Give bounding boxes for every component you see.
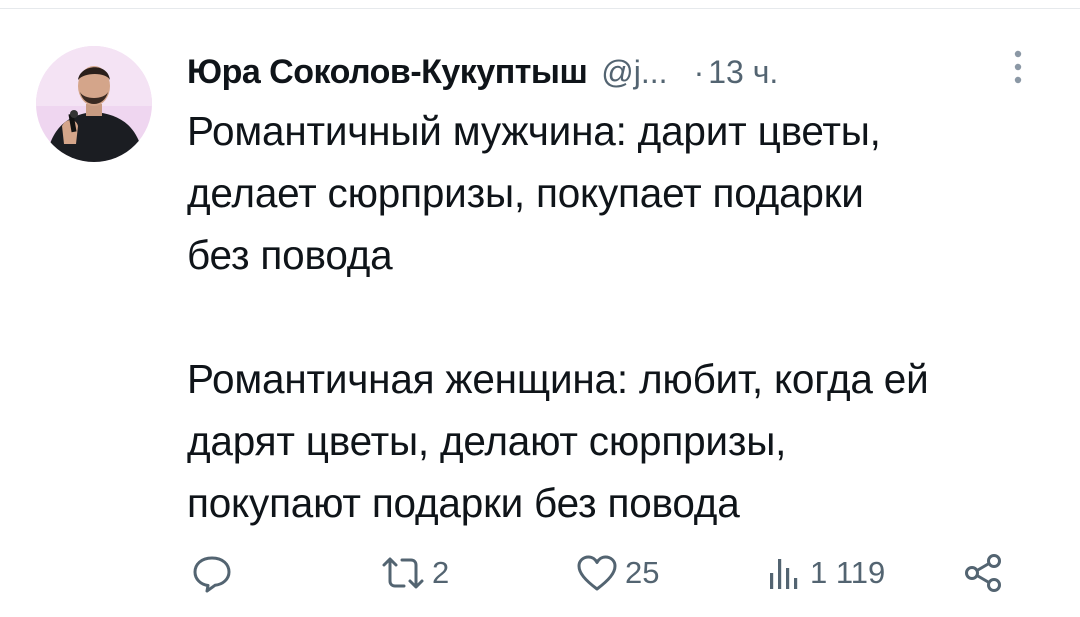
share-icon	[962, 551, 1006, 595]
retweet-count: 2	[432, 555, 450, 590]
views-button[interactable]: 1 119	[764, 545, 885, 601]
tweet-text-line: делает сюрпризы, покупает подарки	[187, 170, 864, 216]
action-bar: 2 25 1 119	[0, 545, 1080, 601]
like-count: 25	[625, 555, 660, 590]
like-button[interactable]: 25	[575, 545, 659, 601]
retweet-button[interactable]: 2	[380, 545, 449, 601]
paragraph-break	[187, 286, 1047, 348]
tweet-text-line: Романтичная женщина: любит, когда ей	[187, 356, 929, 402]
retweet-icon	[380, 551, 426, 595]
tweet-text-line: Романтичный мужчина: дарит цветы,	[187, 108, 881, 154]
header-separator: ·	[693, 53, 705, 90]
top-divider	[0, 8, 1080, 9]
tweet-header: Юра Соколов-Кукуптыш @j... · 13 ч.	[187, 44, 778, 100]
more-vertical-icon[interactable]	[1008, 46, 1028, 90]
tweet-text: Романтичный мужчина: дарит цветы, делает…	[187, 100, 1047, 534]
reply-icon	[190, 551, 234, 595]
tweet-text-line: покупают подарки без повода	[187, 480, 740, 526]
author-name[interactable]: Юра Соколов-Кукуптыш	[187, 53, 588, 92]
author-handle[interactable]: @j...	[601, 54, 667, 91]
heart-icon	[575, 551, 619, 595]
tweet-text-line: без повода	[187, 232, 393, 278]
views-count: 1 119	[810, 555, 886, 590]
share-button[interactable]	[962, 545, 1006, 601]
tweet-text-line: дарят цветы, делают сюрпризы,	[187, 418, 787, 464]
tweet-time[interactable]: 13 ч.	[708, 54, 778, 91]
views-icon	[764, 551, 804, 595]
avatar[interactable]	[36, 46, 152, 162]
reply-button[interactable]	[190, 545, 240, 601]
